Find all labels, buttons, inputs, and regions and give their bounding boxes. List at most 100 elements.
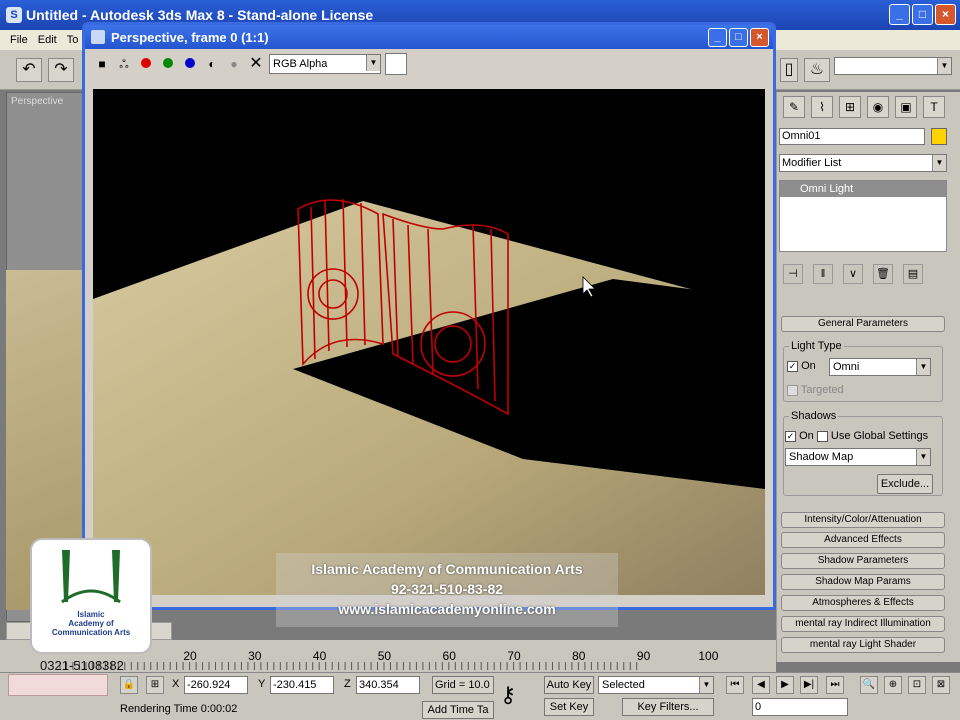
- targeted-checkbox[interactable]: [787, 384, 798, 396]
- add-time-tag-button[interactable]: Add Time Ta: [422, 701, 494, 719]
- z-coordinate-field[interactable]: 340.354: [356, 676, 420, 694]
- timeline-tick-label: 60: [443, 649, 457, 663]
- y-coordinate-field[interactable]: -230.415: [270, 676, 334, 694]
- timeline-tick-label: 70: [507, 649, 521, 663]
- modifier-stack[interactable]: Omni Light: [779, 180, 947, 252]
- rollout-label: Intensity/Color/Attenuation: [804, 514, 922, 525]
- timeline-tick-label: 30: [248, 649, 262, 663]
- key-selection-value: Selected: [602, 679, 645, 691]
- minaret-logo-graphic: [61, 550, 121, 604]
- absolute-mode-icon[interactable]: ⊞: [146, 676, 164, 694]
- rollout-mr-indirect[interactable]: mental ray Indirect Illumination: [781, 616, 945, 632]
- rollout-label: Shadow Map Params: [815, 576, 911, 587]
- rollout-shadow-map-params[interactable]: Shadow Map Params: [781, 574, 945, 590]
- timeline-tick-label: 80: [572, 649, 586, 663]
- targeted-checkbox-row[interactable]: Targeted: [787, 384, 844, 396]
- modifier-list-dropdown[interactable]: Modifier List ▼: [779, 154, 947, 172]
- configure-sets-icon[interactable]: ▤: [903, 264, 923, 284]
- rollout-mr-light-shader[interactable]: mental ray Light Shader: [781, 637, 945, 653]
- display-tab-icon[interactable]: ▣: [895, 96, 917, 118]
- menu-tools[interactable]: To: [67, 34, 79, 46]
- lock-selection-icon[interactable]: 🔒: [120, 676, 138, 694]
- stack-item-omni-light[interactable]: Omni Light: [780, 181, 946, 197]
- key-selection-dropdown[interactable]: Selected ▼: [598, 676, 714, 694]
- close-button[interactable]: ×: [935, 4, 956, 25]
- z-label: Z: [344, 678, 351, 690]
- go-to-end-icon[interactable]: ⏭: [826, 676, 844, 694]
- current-frame-field[interactable]: 0: [752, 698, 848, 716]
- zoom-extents-all-icon[interactable]: ⊠: [932, 676, 950, 694]
- use-global-settings-checkbox[interactable]: [816, 430, 828, 442]
- render-close-button[interactable]: ×: [750, 28, 769, 47]
- menu-edit[interactable]: Edit: [38, 34, 57, 46]
- rendered-image: [93, 89, 765, 595]
- maximize-button[interactable]: □: [912, 4, 933, 25]
- object-color-swatch[interactable]: [931, 128, 947, 145]
- main-window-title: Untitled - Autodesk 3ds Max 8 - Stand-al…: [26, 7, 374, 23]
- previous-frame-icon[interactable]: ◀: [752, 676, 770, 694]
- light-type-dropdown[interactable]: Omni ▼: [829, 358, 931, 376]
- exclude-button[interactable]: Exclude...: [877, 474, 933, 494]
- teapot-icon[interactable]: ♨: [804, 58, 830, 82]
- rollout-intensity[interactable]: Intensity/Color/Attenuation: [781, 512, 945, 528]
- zoom-all-icon[interactable]: ⊕: [884, 676, 902, 694]
- timeline-tick-label: 40: [313, 649, 327, 663]
- watermark-line-2: 92-321-510-83-82: [390, 581, 504, 597]
- red-channel-icon[interactable]: [137, 55, 155, 73]
- render-minimize-button[interactable]: _: [708, 28, 727, 47]
- logo-text: Islamic Academy of Communication Arts: [32, 610, 150, 637]
- clear-icon[interactable]: ✕: [247, 55, 265, 73]
- go-to-start-icon[interactable]: ⏮: [726, 676, 744, 694]
- pin-stack-icon[interactable]: ⊣: [783, 264, 803, 284]
- zoom-icon[interactable]: 🔍: [860, 676, 878, 694]
- save-image-icon[interactable]: ■: [93, 55, 111, 73]
- rollout-atmospheres-effects[interactable]: Atmospheres & Effects: [781, 595, 945, 611]
- alpha-channel-icon[interactable]: ◐: [203, 55, 221, 73]
- command-panel: ✎ ⌇ ⊞ ◉ ▣ T Omni01 Modifier List ▼ Omni …: [776, 92, 960, 662]
- object-name-field[interactable]: Omni01: [779, 128, 925, 145]
- key-mode-icon[interactable]: ⚷: [500, 682, 516, 708]
- show-end-result-icon[interactable]: ‖: [813, 264, 833, 284]
- logo-text-line-1: Islamic: [77, 610, 105, 619]
- light-type-label: Light Type: [789, 340, 844, 352]
- shadows-on-checkbox-row[interactable]: ✓ On Use Global Settings: [785, 430, 928, 442]
- rollout-label: mental ray Indirect Illumination: [795, 618, 931, 629]
- save-file-icon[interactable]: ▯: [780, 58, 798, 82]
- next-frame-icon[interactable]: ▶|: [800, 676, 818, 694]
- play-icon[interactable]: ▶: [776, 676, 794, 694]
- rollout-advanced-effects[interactable]: Advanced Effects: [781, 532, 945, 548]
- named-selection-dropdown[interactable]: ▼: [834, 57, 952, 75]
- timeline-tick-label: 50: [378, 649, 392, 663]
- blue-channel-icon[interactable]: [181, 55, 199, 73]
- zoom-extents-icon[interactable]: ⊡: [908, 676, 926, 694]
- remove-modifier-icon[interactable]: 🗑: [873, 264, 893, 284]
- monochrome-icon[interactable]: ●: [225, 55, 243, 73]
- modify-tab-icon[interactable]: ⌇: [811, 96, 833, 118]
- shadows-on-checkbox[interactable]: ✓: [785, 430, 796, 442]
- rollout-label: mental ray Light Shader: [809, 639, 917, 650]
- hierarchy-tab-icon[interactable]: ⊞: [839, 96, 861, 118]
- make-unique-icon[interactable]: ∨: [843, 264, 863, 284]
- undo-icon[interactable]: ↶: [16, 58, 42, 82]
- rollout-general-parameters[interactable]: General Parameters: [781, 316, 945, 332]
- render-maximize-button[interactable]: □: [729, 28, 748, 47]
- set-key-button[interactable]: Set Key: [544, 698, 594, 716]
- menu-file[interactable]: File: [10, 34, 28, 46]
- create-tab-icon[interactable]: ✎: [783, 96, 805, 118]
- channel-dropdown[interactable]: RGB Alpha ▼: [269, 54, 381, 74]
- render-window-icon: [91, 30, 105, 44]
- rollout-shadow-parameters[interactable]: Shadow Parameters: [781, 553, 945, 569]
- motion-tab-icon[interactable]: ◉: [867, 96, 889, 118]
- redo-icon[interactable]: ↷: [48, 58, 74, 82]
- green-channel-icon[interactable]: [159, 55, 177, 73]
- light-on-checkbox[interactable]: ✓: [787, 360, 798, 372]
- auto-key-button[interactable]: Auto Key: [544, 676, 594, 694]
- light-on-checkbox-row[interactable]: ✓ On: [787, 360, 816, 372]
- x-coordinate-field[interactable]: -260.924: [184, 676, 248, 694]
- utilities-tab-icon[interactable]: T: [923, 96, 945, 118]
- clone-window-icon[interactable]: ஃ: [115, 55, 133, 73]
- shadow-type-dropdown[interactable]: Shadow Map ▼: [785, 448, 931, 466]
- maxscript-listener[interactable]: [8, 674, 108, 696]
- key-filters-button[interactable]: Key Filters...: [622, 698, 714, 716]
- minimize-button[interactable]: _: [889, 4, 910, 25]
